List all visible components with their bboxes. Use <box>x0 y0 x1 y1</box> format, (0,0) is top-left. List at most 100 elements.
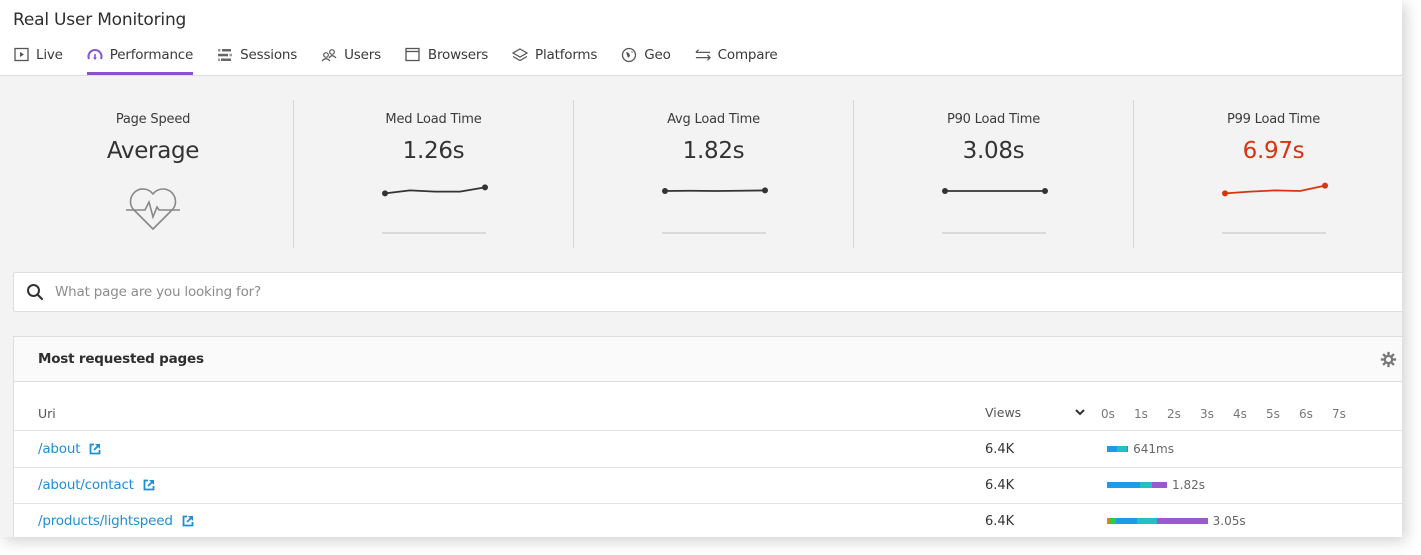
table-row: /about/contact 6.4K 1.82s <box>14 468 1402 504</box>
column-header-views[interactable]: Views <box>985 405 1021 420</box>
load-time-segment <box>1107 446 1117 452</box>
sparkline-endpoint <box>762 187 768 194</box>
timeline-tick: 6s <box>1299 407 1313 421</box>
metric-value: 1.26s <box>402 138 465 164</box>
tab-live[interactable]: Live <box>13 44 63 75</box>
sparkline-endpoint <box>662 188 668 194</box>
metric-avg-load-time: Avg Load Time 1.82s <box>573 100 853 248</box>
page-uri-text[interactable]: /products/lightspeed <box>38 513 173 529</box>
load-time-label: 641ms <box>1133 442 1174 456</box>
timeline-tick: 0s <box>1101 407 1115 421</box>
tab-label: Users <box>344 46 381 63</box>
load-time-segment <box>1116 446 1128 452</box>
load-time-bar <box>1107 518 1208 524</box>
sparkline-line <box>664 189 766 192</box>
sparkline-endpoint <box>942 188 948 194</box>
sparkline-baseline <box>662 232 766 234</box>
external-link-icon[interactable] <box>182 515 194 527</box>
load-time-bar <box>1107 446 1129 452</box>
table-row: /products/lightspeed 6.4K 3.05s <box>14 504 1402 537</box>
sparkline-baseline <box>382 232 486 234</box>
tab-users[interactable]: Users <box>321 44 381 75</box>
load-time-segment <box>1127 446 1129 452</box>
tab-label: Performance <box>109 46 194 63</box>
tab-performance[interactable]: Performance <box>86 44 194 75</box>
timeline-tick: 4s <box>1233 407 1247 421</box>
sparkline <box>1222 182 1328 197</box>
tab-browsers[interactable]: Browsers <box>405 44 488 75</box>
external-link-icon[interactable] <box>143 479 155 491</box>
page-search-input[interactable] <box>55 284 955 300</box>
page-uri-link[interactable]: /about <box>38 441 101 457</box>
metric-value: Average <box>106 138 200 164</box>
sessions-bars-icon <box>217 47 233 63</box>
heartbeat-icon <box>126 188 180 230</box>
sparkline-baseline <box>1222 232 1326 234</box>
sparkline-endpoint <box>1322 182 1328 189</box>
tab-platforms[interactable]: Platforms <box>512 44 597 75</box>
sparkline-line <box>384 186 486 195</box>
play-square-icon <box>13 47 29 63</box>
metric-p99-load-time: P99 Load Time 6.97s <box>1133 100 1402 248</box>
most-requested-pages-panel: Most requested pages Uri Views 0s 1s 2s 3s 4… <box>13 336 1402 537</box>
metric-label: P90 Load Time <box>946 112 1041 127</box>
compare-arrows-icon <box>695 47 711 63</box>
metric-label: Page Speed <box>115 112 191 127</box>
page-views: 6.4K <box>985 442 1015 457</box>
browser-window-icon <box>405 47 421 63</box>
page-uri-text[interactable]: /about <box>38 441 81 457</box>
metric-value: 1.82s <box>682 138 745 164</box>
timeline-tick: 5s <box>1266 407 1280 421</box>
sparkline-baseline <box>942 232 1046 234</box>
users-icon <box>321 47 337 63</box>
load-time-segment <box>1140 482 1152 488</box>
metric-label: Avg Load Time <box>667 112 760 127</box>
tab-sessions[interactable]: Sessions <box>217 44 297 75</box>
speedometer-icon <box>87 47 103 63</box>
search-icon <box>27 284 44 301</box>
page-search-box <box>13 272 1402 312</box>
layers-icon <box>512 47 529 63</box>
app-window: Real User Monitoring Live Performance Se… <box>0 0 1402 537</box>
page-title: Real User Monitoring <box>13 10 187 30</box>
external-link-icon[interactable] <box>89 443 101 455</box>
table-row: /about 6.4K 641ms <box>14 432 1402 468</box>
sparkline-endpoint <box>1042 188 1048 194</box>
tab-compare[interactable]: Compare <box>695 44 778 75</box>
load-time-label: 1.82s <box>1172 478 1206 492</box>
timeline-tick: 1s <box>1134 407 1148 421</box>
metric-label: Med Load Time <box>385 112 482 127</box>
sparkline-endpoint <box>382 190 388 197</box>
page-views: 6.4K <box>985 478 1015 493</box>
timeline-tick: 3s <box>1200 407 1214 421</box>
sparkline <box>382 184 488 197</box>
tab-label: Platforms <box>535 46 598 63</box>
load-time-segment <box>1157 518 1208 524</box>
globe-icon <box>621 47 637 63</box>
timeline-tick: 7s <box>1332 407 1346 421</box>
metric-page-speed: Page Speed Average <box>13 100 293 248</box>
table-header: Uri Views 0s 1s 2s 3s 4s 5s 6s 7s <box>14 397 1402 431</box>
tab-label: Live <box>36 46 63 63</box>
nav-tabs: Live Performance Sessions Users Browsers <box>13 44 802 75</box>
sparkline-endpoint <box>1222 190 1228 197</box>
chevron-down-icon[interactable] <box>1074 406 1086 418</box>
tab-label: Compare <box>717 46 778 63</box>
timeline-tick: 2s <box>1167 407 1181 421</box>
page-uri-link[interactable]: /about/contact <box>38 477 155 493</box>
page-uri-text[interactable]: /about/contact <box>38 477 134 493</box>
load-time-label: 3.05s <box>1212 514 1246 528</box>
tab-label: Geo <box>644 46 671 63</box>
panel-header: Most requested pages <box>14 337 1402 382</box>
metrics-strip: Page Speed Average Med Load Time 1.26s A… <box>13 100 1402 248</box>
tab-geo[interactable]: Geo <box>621 44 671 75</box>
metric-label: P99 Load Time <box>1226 112 1321 127</box>
sparkline <box>662 187 768 194</box>
sparkline-line <box>1224 184 1326 195</box>
page-uri-link[interactable]: /products/lightspeed <box>38 513 194 529</box>
panel-title: Most requested pages <box>38 351 204 367</box>
load-time-segment <box>1108 518 1116 524</box>
gear-icon[interactable] <box>1380 351 1397 368</box>
column-header-uri[interactable]: Uri <box>38 406 56 421</box>
load-time-bar <box>1107 482 1168 488</box>
